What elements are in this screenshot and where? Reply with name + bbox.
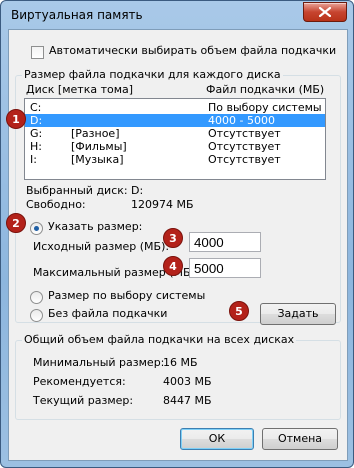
drive-row-g[interactable]: G: [Разное] Отсутствует bbox=[25, 127, 325, 140]
drive-label: [Фильмы] bbox=[71, 140, 127, 153]
selected-drive-label: Выбранный диск: bbox=[26, 184, 128, 197]
step-marker-3: 3 bbox=[163, 228, 183, 248]
min-size-value: 16 МБ bbox=[163, 356, 198, 369]
drive-pagefile: Отсутствует bbox=[208, 127, 281, 140]
initial-size-label: Исходный размер (МБ): bbox=[33, 240, 170, 253]
drive-letter: G: bbox=[30, 127, 43, 140]
column-pagefile-header: Файл подкачки (МБ) bbox=[206, 83, 325, 96]
free-space-value: 120974 МБ bbox=[131, 198, 194, 211]
drive-letter: H: bbox=[30, 140, 42, 153]
min-size-label: Минимальный размер: bbox=[33, 356, 165, 369]
step-marker-4: 4 bbox=[163, 256, 183, 276]
auto-manage-checkbox[interactable] bbox=[31, 46, 44, 59]
window-title: Виртуальная память bbox=[11, 8, 143, 22]
ok-button[interactable]: ОК bbox=[180, 428, 254, 450]
drives-group-title: Размер файла подкачки для каждого диска bbox=[22, 68, 283, 81]
system-size-label[interactable]: Размер по выбору системы bbox=[48, 289, 205, 302]
drive-label: [Разное] bbox=[71, 127, 120, 140]
selected-drive-value: D: bbox=[131, 184, 144, 197]
drive-row-d[interactable]: D: 4000 - 5000 bbox=[25, 114, 325, 127]
no-pagefile-radio[interactable] bbox=[30, 309, 43, 322]
current-size-label: Текущий размер: bbox=[33, 394, 134, 407]
system-size-radio[interactable] bbox=[30, 291, 43, 304]
close-icon bbox=[319, 7, 331, 17]
recommended-label: Рекомендуется: bbox=[33, 375, 126, 388]
free-space-label: Свободно: bbox=[26, 198, 86, 211]
totals-group-title: Общий объем файла подкачки на всех диска… bbox=[22, 333, 297, 346]
drive-row-h[interactable]: H: [Фильмы] Отсутствует bbox=[25, 140, 325, 153]
step-marker-2: 2 bbox=[6, 213, 26, 233]
step-marker-1: 1 bbox=[6, 109, 26, 129]
title-bar[interactable]: Виртуальная память bbox=[1, 1, 353, 29]
drive-pagefile: Отсутствует bbox=[208, 140, 281, 153]
column-drive-header: Диск [метка тома] bbox=[26, 83, 134, 96]
initial-size-input[interactable] bbox=[189, 232, 261, 252]
step-marker-5: 5 bbox=[229, 301, 249, 321]
custom-size-label[interactable]: Указать размер: bbox=[48, 220, 142, 233]
drive-pagefile: Отсутствует bbox=[208, 153, 281, 166]
cancel-button[interactable]: Отмена bbox=[262, 428, 338, 450]
drive-list[interactable]: C: По выбору системы D: 4000 - 5000 G: [… bbox=[24, 98, 326, 180]
drive-pagefile: По выбору системы bbox=[208, 101, 322, 114]
auto-manage-label[interactable]: Автоматически выбирать объем файла подка… bbox=[49, 44, 336, 57]
drive-pagefile: 4000 - 5000 bbox=[208, 114, 275, 127]
current-size-value: 8447 МБ bbox=[163, 394, 212, 407]
no-pagefile-label[interactable]: Без файла подкачки bbox=[48, 307, 167, 320]
drive-letter: D: bbox=[30, 114, 43, 127]
recommended-value: 4003 МБ bbox=[163, 375, 212, 388]
set-button[interactable]: Задать bbox=[260, 303, 336, 325]
drive-letter: C: bbox=[30, 101, 42, 114]
custom-size-radio[interactable] bbox=[30, 222, 43, 235]
max-size-input[interactable] bbox=[189, 258, 261, 278]
close-button[interactable] bbox=[303, 2, 347, 22]
drive-row-i[interactable]: I: [Музыка] Отсутствует bbox=[25, 153, 325, 166]
drive-letter: I: bbox=[30, 153, 37, 166]
drive-label: [Музыка] bbox=[71, 153, 124, 166]
drive-row-c[interactable]: C: По выбору системы bbox=[25, 101, 325, 114]
